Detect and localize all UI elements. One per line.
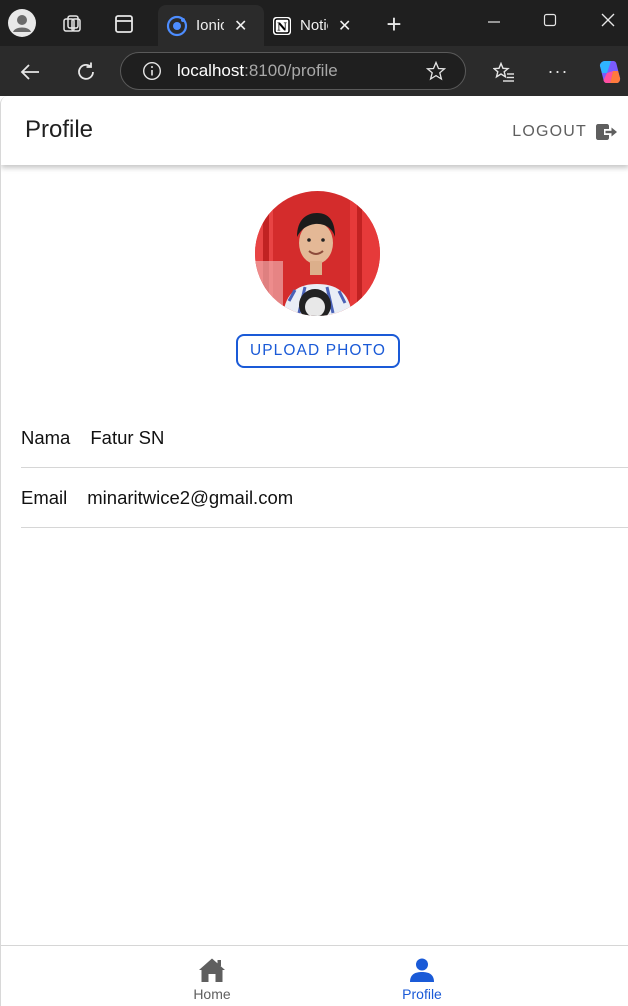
notion-icon: N	[273, 16, 291, 35]
ionic-icon	[166, 15, 188, 36]
field-value: minaritwice2@gmail.com	[87, 486, 294, 508]
tab-label: Profile	[402, 986, 442, 1002]
profile-avatar	[255, 191, 380, 316]
url-text: localhost:8100/profile	[177, 61, 338, 81]
new-tab-icon[interactable]: +	[380, 9, 408, 39]
logout-label: LOGOUT	[512, 123, 587, 140]
person-icon	[410, 958, 434, 982]
address-bar[interactable]: localhost:8100/profile	[120, 52, 466, 90]
copilot-icon[interactable]	[596, 58, 624, 86]
app-header: Profile LOGOUT	[1, 96, 628, 165]
app-viewport: Profile LOGOUT UPLOAD PHOTO Nama Fatur S…	[0, 96, 628, 1006]
reload-icon[interactable]	[72, 58, 100, 86]
tab-actions-icon[interactable]	[110, 10, 138, 38]
profile-field-email: Email minaritwice2@gmail.com	[21, 468, 628, 528]
more-menu-icon[interactable]: ···	[546, 58, 570, 84]
back-icon[interactable]	[16, 58, 44, 86]
site-info-icon[interactable]	[141, 60, 163, 82]
tab-profile[interactable]: Profile	[265, 946, 579, 1006]
browser-tab-ionic[interactable]: Ionic App ✕	[158, 5, 264, 46]
svg-text:N: N	[277, 20, 287, 33]
bottom-tab-bar: Home Profile	[1, 945, 628, 1006]
tab-title: Notion	[300, 17, 328, 34]
upload-photo-button[interactable]: UPLOAD PHOTO	[236, 334, 400, 368]
tab-title: Ionic App	[196, 17, 224, 34]
field-label: Nama	[21, 426, 71, 448]
logout-button[interactable]: LOGOUT	[512, 120, 617, 144]
tab-label: Home	[193, 986, 231, 1002]
browser-tab-strip: Ionic App ✕ N Notion ✕ +	[0, 0, 628, 46]
home-icon	[199, 958, 225, 982]
browser-tab-notion[interactable]: N Notion ✕	[264, 5, 368, 46]
page-title: Profile	[25, 116, 94, 143]
favorites-icon[interactable]	[490, 59, 518, 85]
url-path: :8100/profile	[244, 61, 338, 80]
field-label: Email	[21, 486, 68, 508]
minimize-icon[interactable]	[482, 10, 506, 34]
window-close-icon[interactable]	[596, 8, 620, 32]
profile-field-nama: Nama Fatur SN	[21, 408, 628, 468]
profile-avatar-icon[interactable]	[6, 7, 38, 39]
maximize-icon[interactable]	[538, 8, 562, 32]
logout-icon	[596, 124, 617, 140]
workspaces-icon[interactable]	[58, 10, 86, 38]
favorite-star-icon[interactable]	[425, 60, 447, 82]
close-icon[interactable]: ✕	[234, 16, 247, 36]
close-icon[interactable]: ✕	[338, 16, 351, 36]
url-host: localhost	[177, 61, 245, 80]
field-value: Fatur SN	[90, 426, 165, 448]
